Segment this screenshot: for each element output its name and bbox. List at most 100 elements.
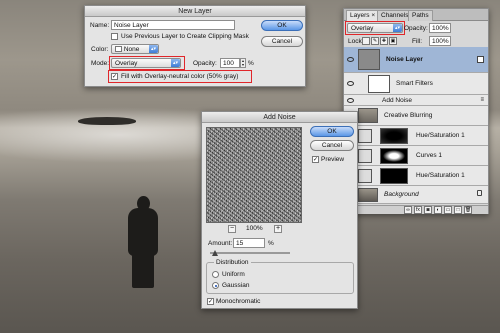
panel-toolbar: ∞ fx ◙ ◐ ▭ □ 🗑 [344,205,488,214]
layer-name: Curves 1 [416,152,443,159]
distribution-group [206,262,354,294]
layer-mask-thumbnail [380,148,408,164]
lock-icon [477,190,482,196]
fill-label: Fill: [412,38,423,45]
eye-icon[interactable] [347,81,354,86]
layer-mask-thumbnail [380,128,408,144]
distant-island [78,117,136,125]
layer-mask-thumbnail [380,168,408,184]
person-silhouette-body [128,208,158,256]
dialog-title: New Layer [85,6,305,17]
preview-area: − 100% + [202,123,307,243]
mode-label: Mode: [91,60,110,67]
opacity-label: Opacity: [193,60,217,67]
amount-slider-track[interactable] [210,252,290,254]
panel-tabs: Layers × Channels Paths [344,9,488,21]
adjustment-icon [358,149,372,163]
distribution-label: Distribution [214,259,251,266]
gaussian-radio[interactable] [212,282,219,289]
eye-icon[interactable] [347,57,354,62]
mode-highlight [109,56,185,70]
layers-panel: Layers × Channels Paths Overlay ▴▾ Opaci… [343,8,489,214]
opacity-field[interactable]: 100 [220,58,240,68]
layer-row-smart-filters[interactable]: Smart Filters [344,73,488,95]
tab-layers[interactable]: Layers × [346,10,380,21]
add-noise-dialog: Add Noise − 100% + OK Cancel ✓ Preview A… [201,111,358,309]
ok-button[interactable]: OK [261,20,303,31]
color-swatch [115,46,122,52]
clipping-mask-checkbox[interactable] [111,33,118,40]
tab-layers-label: Layers [350,12,370,19]
layer-name: Add Noise [382,97,412,104]
chevron-updown-icon: ▴▾ [149,45,158,53]
lock-all-icon[interactable]: ▣ [389,37,397,45]
zoom-level: 100% [246,225,263,232]
tab-paths[interactable]: Paths [408,10,433,21]
opacity-unit: % [248,60,254,67]
color-value: None [123,46,140,53]
cancel-button[interactable]: Cancel [261,36,303,47]
close-icon[interactable]: × [371,12,375,19]
fill-field[interactable]: 100% [429,36,451,46]
layer-row-creative-blurring[interactable]: Creative Blurring [344,106,488,126]
fx-icon[interactable]: fx [414,206,422,214]
layer-name: Hue/Saturation 1 [416,132,465,139]
layer-row-noise[interactable]: Noise Layer [344,47,488,73]
adjustment-icon [358,129,372,143]
zoom-in-button[interactable]: + [274,225,282,233]
layer-row-background[interactable]: Background [344,186,488,204]
blend-mode-highlight [345,21,405,35]
amount-slider-thumb[interactable] [212,250,218,256]
ok-button[interactable]: OK [310,126,354,137]
amount-unit: % [268,240,274,247]
zoom-out-button[interactable]: − [228,225,236,233]
person-silhouette-legs [132,250,154,288]
adjustment-layer-icon[interactable]: ◐ [434,206,442,214]
lock-position-icon[interactable]: ✚ [380,37,388,45]
layer-name-field[interactable]: Noise Layer [111,20,235,30]
link-icon[interactable]: ∞ [404,206,412,214]
monochromatic-label: Monochromatic [216,298,261,305]
lock-transparent-icon[interactable] [362,37,370,45]
lock-image-icon[interactable]: ✎ [371,37,379,45]
filter-mask-thumbnail [368,75,390,93]
uniform-label: Uniform [222,271,245,278]
preview-label: Preview [321,156,345,163]
layer-thumbnail [358,108,378,123]
uniform-radio[interactable] [212,271,219,278]
gaussian-label: Gaussian [222,282,250,289]
fill-neutral-highlight [108,70,252,83]
adjustment-icon [358,169,372,183]
mask-icon[interactable]: ◙ [424,206,432,214]
panel-opacity-field[interactable]: 100% [429,23,451,33]
layer-name: Creative Blurring [384,112,433,119]
amount-field[interactable]: 15 [233,238,265,248]
layer-name: Noise Layer [386,56,423,63]
color-label: Color: [91,46,109,53]
layer-row-hue-sat-1[interactable]: Hue/Saturation 1 [344,126,488,146]
color-select[interactable]: None ▴▾ [111,44,159,54]
layer-name: Smart Filters [396,80,433,87]
layer-row-add-noise[interactable]: Add Noise ≡ [344,95,488,106]
filter-options-icon[interactable]: ≡ [480,97,484,103]
layer-thumbnail [358,49,380,70]
group-icon[interactable]: ▭ [444,206,452,214]
noise-preview-image[interactable] [206,127,302,223]
new-layer-dialog: New Layer Name: Noise Layer Use Previous… [84,5,306,87]
trash-icon[interactable]: 🗑 [464,206,472,214]
smart-object-icon [477,56,484,63]
eye-icon[interactable] [347,98,354,103]
amount-label: Amount: [208,240,233,247]
opacity-stepper-icon[interactable]: ▴ ▾ [240,58,246,68]
layer-name: Background [384,191,419,198]
monochromatic-checkbox[interactable]: ✓ [207,298,214,305]
name-label: Name: [90,22,110,29]
layer-name: Hue/Saturation 1 [416,172,465,179]
cancel-button[interactable]: Cancel [310,140,354,151]
layer-thumbnail [358,188,378,202]
layer-row-curves-1[interactable]: Curves 1 [344,146,488,166]
new-layer-icon[interactable]: □ [454,206,462,214]
preview-checkbox[interactable]: ✓ [312,156,319,163]
panel-opacity-label: Opacity: [404,25,428,32]
layer-row-hue-sat-1b[interactable]: Hue/Saturation 1 [344,166,488,186]
